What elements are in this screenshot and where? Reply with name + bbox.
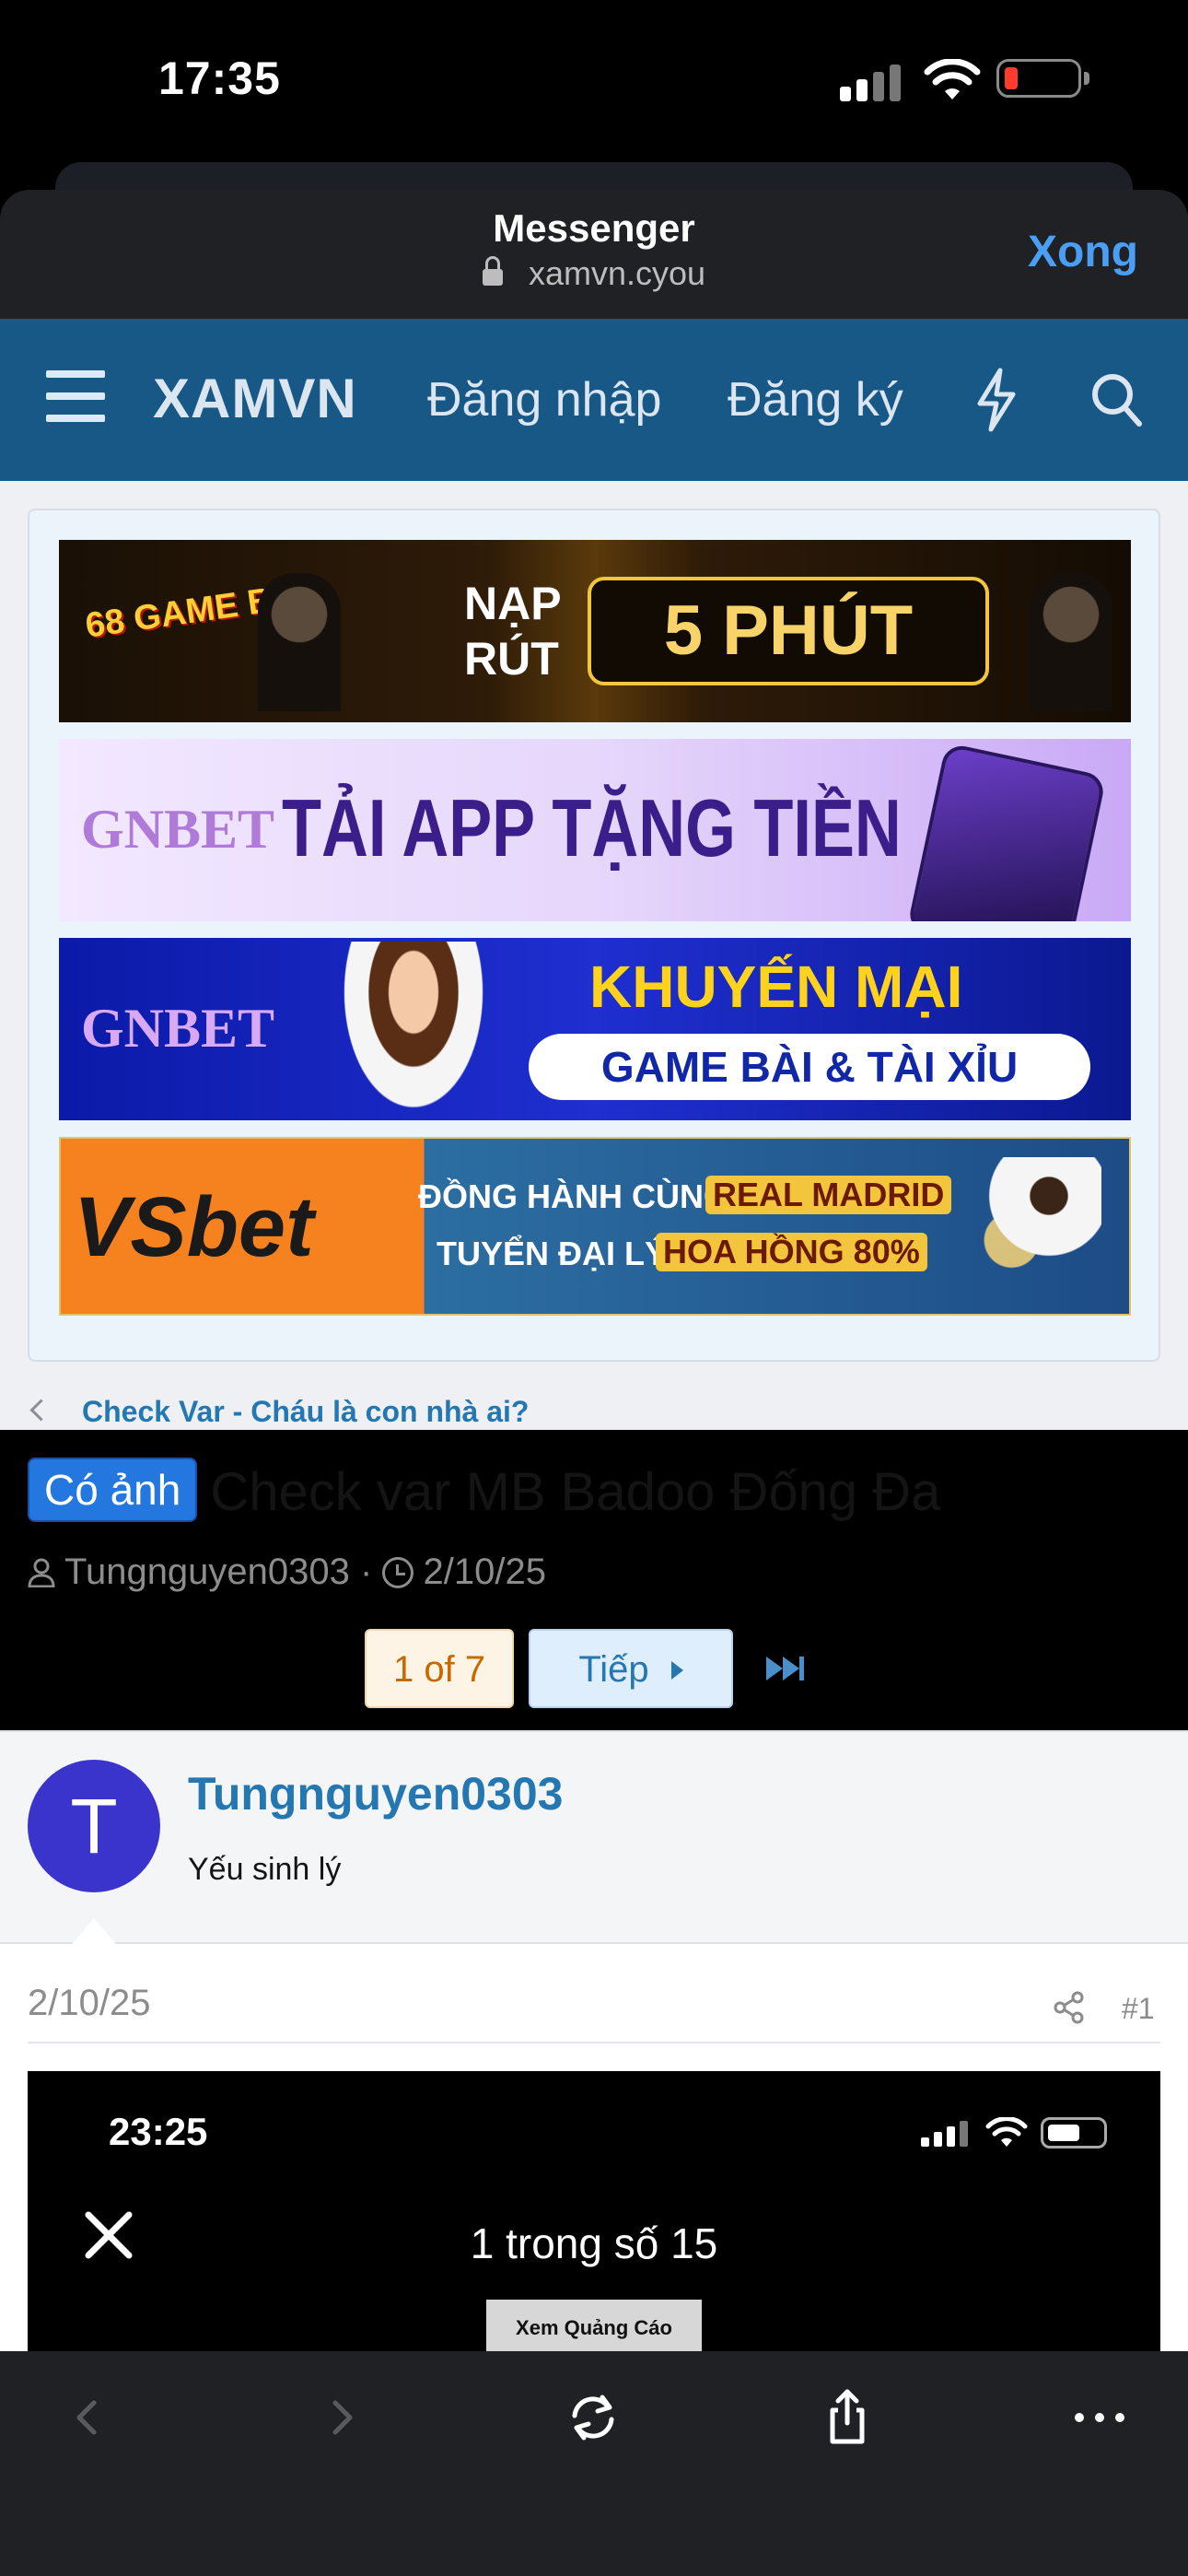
forward-icon[interactable] [309, 2384, 376, 2451]
hamburger-icon[interactable] [46, 370, 105, 422]
back-icon[interactable] [53, 2384, 120, 2451]
browser-toolbar [0, 2351, 1188, 2576]
next-page-button[interactable]: Tiếp [529, 1629, 733, 1708]
thread-date[interactable]: 2/10/25 [423, 1551, 545, 1592]
banner-4-line2a: TUYỂN ĐẠI LÝ [437, 1235, 668, 1272]
next-page-label: Tiếp [578, 1649, 649, 1690]
embedded-time: 23:25 [109, 2110, 208, 2153]
ad-banner-4[interactable]: VSbet ĐỒNG HÀNH CÙNG REAL MADRID TUYỂN Đ… [59, 1137, 1131, 1316]
banner-2-brand: GNBET [81, 799, 275, 860]
post-username[interactable]: Tungnguyen0303 [188, 1767, 563, 1821]
user-icon [28, 1558, 55, 1587]
breadcrumb[interactable]: Check Var - Cháu là con nhà ai? [29, 1395, 530, 1429]
ad-banner-2[interactable]: GNBET TẢI APP TẶNG TIỀN [59, 739, 1131, 921]
thread-meta: Tungnguyen0303 · 2/10/25 [28, 1551, 546, 1593]
status-bar: 17:35 [0, 0, 1188, 164]
clock-icon [382, 1557, 414, 1588]
banner-1-line2: RÚT [464, 633, 559, 685]
thread-title: Có ảnh Check var MB Badoo Đống Đa [28, 1458, 940, 1523]
banner-1-headline-box: 5 PHÚT [588, 577, 989, 685]
wifi-icon [924, 59, 981, 100]
banner-4-line1a: ĐỒNG HÀNH CÙNG [418, 1177, 729, 1215]
fast-forward-icon[interactable] [764, 1655, 807, 1682]
banner-3-sub: GAME BÀI & TÀI XỈU [600, 1043, 1019, 1091]
page-content: 68 GAME BÀI NẠP RÚT 5 PHÚT GNBET TẢI APP… [0, 481, 1188, 1708]
ad-banner-1[interactable]: 68 GAME BÀI NẠP RÚT 5 PHÚT [59, 540, 1131, 722]
breadcrumb-label: Check Var - Cháu là con nhà ai? [82, 1395, 530, 1428]
caret-right-icon [670, 1661, 683, 1680]
embedded-ad-label: Xem Quảng Cáo [486, 2300, 702, 2357]
status-time: 17:35 [158, 53, 281, 104]
site-logo[interactable]: XAMVN [153, 367, 357, 430]
banner-2-phone [906, 742, 1107, 921]
divider [28, 2042, 1160, 2043]
embedded-wifi-icon [985, 2117, 1028, 2147]
banner-1-headline: 5 PHÚT [663, 591, 914, 670]
thread-author[interactable]: Tungnguyen0303 [64, 1551, 350, 1592]
more-icon[interactable] [1066, 2384, 1133, 2451]
banner-1-figure [258, 573, 341, 711]
thread-title-text: Check var MB Badoo Đống Đa [210, 1462, 941, 1522]
lock-icon [482, 256, 503, 286]
banner-4-figure [963, 1157, 1101, 1295]
banner-1-line1: NẠP [464, 578, 562, 629]
done-button[interactable]: Xong [1028, 227, 1138, 277]
post-date[interactable]: 2/10/25 [28, 1983, 150, 2024]
post-number[interactable]: #1 [1122, 1992, 1155, 2026]
banner-2-headline: TẢI APP TẶNG TIỀN [282, 782, 902, 873]
banner-3-brand: GNBET [81, 998, 275, 1059]
share-out-icon[interactable] [814, 2384, 880, 2451]
page-current-button[interactable]: 1 of 7 [365, 1629, 514, 1708]
post-user-info: T Tungnguyen0303 Yếu sinh lý [0, 1730, 1188, 1944]
embedded-signal-icon [921, 2121, 969, 2147]
login-link[interactable]: Đăng nhập [427, 372, 661, 427]
banner-1-figure-right [1030, 573, 1112, 711]
banner-3-headline: KHUYẾN MẠI [589, 954, 963, 1020]
chevron-left-icon [29, 1399, 52, 1422]
site-nav: XAMVN Đăng nhập Đăng ký [0, 319, 1188, 481]
avatar[interactable]: T [28, 1760, 160, 1892]
banner-3-figure [335, 942, 492, 1120]
bolt-icon[interactable] [973, 367, 1020, 433]
banner-3-sub-pill: GAME BÀI & TÀI XỈU [529, 1034, 1090, 1100]
app-name: Messenger [493, 206, 695, 250]
in-app-browser-header: Messenger xamvn.cyou Xong [0, 190, 1188, 319]
user-title: Yếu sinh lý [188, 1852, 342, 1887]
ad-container: 68 GAME BÀI NẠP RÚT 5 PHÚT GNBET TẢI APP… [28, 509, 1160, 1362]
embedded-battery-icon [1041, 2117, 1107, 2149]
prefix-badge[interactable]: Có ảnh [28, 1458, 198, 1522]
banner-4-line2b: HOA HỒNG 80% [656, 1233, 927, 1271]
register-link[interactable]: Đăng ký [728, 372, 903, 427]
share-icon[interactable] [1052, 1990, 1087, 2025]
embedded-screenshot[interactable]: 23:25 1 trong số 15 Xem Quảng Cáo [28, 2071, 1160, 2357]
reload-icon[interactable] [560, 2384, 626, 2451]
embedded-title: 1 trong số 15 [470, 2219, 718, 2267]
meta-separator: · [360, 1551, 373, 1592]
url-display[interactable]: xamvn.cyou [0, 254, 1188, 293]
banner-4-line1b: REAL MADRID [705, 1176, 952, 1214]
url-text: xamvn.cyou [528, 254, 706, 292]
cellular-signal-icon [840, 64, 903, 101]
post-body: 2/10/25 #1 23:25 1 trong số 15 Xem Quảng… [0, 1944, 1188, 2357]
ad-banner-3[interactable]: GNBET KHUYẾN MẠI GAME BÀI & TÀI XỈU [59, 938, 1131, 1120]
search-icon[interactable] [1089, 370, 1144, 429]
battery-icon [996, 59, 1089, 98]
banner-4-brand: VSbet [74, 1180, 314, 1274]
post-arrow [72, 1918, 116, 1944]
